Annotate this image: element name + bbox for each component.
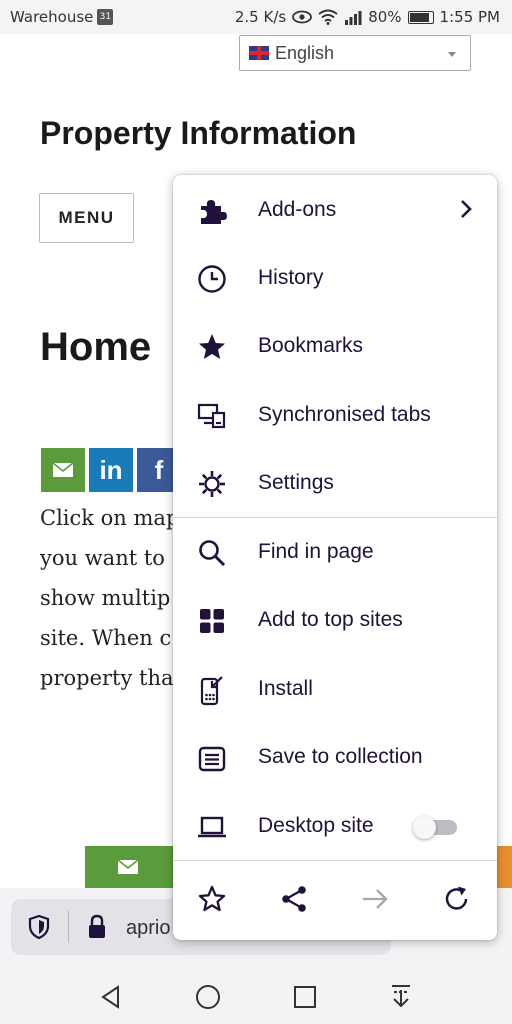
- reload-icon: [445, 886, 468, 910]
- collection-icon: [195, 741, 229, 775]
- envelope-icon: [52, 462, 74, 477]
- menu-item-label: Desktop site: [258, 814, 374, 837]
- share-icon: [282, 886, 306, 912]
- system-nav-bar: [0, 968, 512, 1024]
- dropdown-caret-icon: [448, 52, 456, 57]
- share-page-button[interactable]: [270, 875, 318, 923]
- share-email-button[interactable]: [41, 448, 85, 492]
- menu-item-find-in-page[interactable]: Find in page: [173, 518, 497, 586]
- menu-item-label: History: [258, 266, 324, 289]
- wifi-icon: [318, 9, 338, 25]
- menu-action-row: [173, 861, 497, 940]
- uk-flag-icon: [249, 46, 269, 60]
- body-paragraph: Click on map you want to show multip sit…: [40, 498, 190, 698]
- desktop-site-toggle[interactable]: [413, 816, 457, 839]
- laptop-icon: [195, 810, 229, 844]
- body-line: property tha: [40, 666, 174, 690]
- menu-item-add-to-top-sites[interactable]: Add to top sites: [173, 586, 497, 654]
- recents-icon[interactable]: [292, 984, 318, 1010]
- clock-icon: [195, 262, 229, 296]
- notification-pull-icon[interactable]: [389, 983, 413, 1011]
- menu-item-save-to-collection[interactable]: Save to collection: [173, 723, 497, 791]
- clock-time: 1:55 PM: [439, 8, 500, 26]
- forward-button[interactable]: [351, 875, 399, 923]
- forward-icon: [363, 889, 388, 909]
- menu-item-history[interactable]: History: [173, 244, 497, 312]
- menu-item-label: Save to collection: [258, 745, 423, 768]
- calendar-icon: 31: [97, 9, 114, 25]
- body-line: site. When c: [40, 626, 172, 650]
- battery-icon: [407, 10, 434, 24]
- menu-item-label: Find in page: [258, 540, 374, 563]
- signal-icon: [345, 10, 362, 25]
- lock-icon[interactable]: [86, 914, 108, 940]
- page-heading: Home: [40, 325, 152, 369]
- phone-install-icon: [195, 673, 229, 707]
- language-select[interactable]: English: [239, 35, 471, 71]
- puzzle-icon: [195, 194, 229, 228]
- menu-item-desktop-site[interactable]: Desktop site: [173, 792, 497, 860]
- menu-item-label: Settings: [258, 471, 334, 494]
- menu-item-label: Synchronised tabs: [258, 403, 431, 426]
- tracking-shield-icon[interactable]: [27, 914, 51, 940]
- site-menu-button[interactable]: MENU: [39, 193, 134, 243]
- body-line: show multip: [40, 586, 171, 610]
- menu-item-synchronised-tabs[interactable]: Synchronised tabs: [173, 381, 497, 449]
- browser-main-menu: Add-ons History Bookmarks Synchronised t…: [173, 175, 497, 940]
- back-icon[interactable]: [98, 984, 124, 1010]
- menu-item-install[interactable]: Install: [173, 655, 497, 723]
- gear-icon: [195, 467, 229, 501]
- share-linkedin-button[interactable]: in: [89, 448, 133, 492]
- url-text[interactable]: aprio: [126, 917, 170, 940]
- page-title: Property Information: [40, 115, 357, 151]
- reload-button[interactable]: [433, 875, 481, 923]
- eye-icon: [292, 10, 313, 24]
- menu-item-label: Add-ons: [258, 198, 337, 221]
- envelope-icon: [117, 859, 139, 874]
- body-line: you want to: [40, 546, 165, 570]
- devices-icon: [195, 399, 229, 433]
- bookmark-page-button[interactable]: [188, 875, 236, 923]
- share-buttons: in f: [41, 448, 181, 492]
- menu-item-bookmarks[interactable]: Bookmarks: [173, 312, 497, 380]
- toggle-knob: [413, 816, 436, 839]
- floating-email-button[interactable]: [85, 846, 173, 888]
- grid-icon: [195, 604, 229, 638]
- menu-item-label: Install: [258, 677, 313, 700]
- menu-item-label: Add to top sites: [258, 608, 403, 631]
- language-value: English: [275, 42, 335, 63]
- star-outline-icon: [198, 885, 226, 912]
- search-icon: [195, 536, 229, 570]
- status-app-name: Warehouse: [10, 8, 94, 26]
- battery-percent: 80%: [368, 8, 402, 26]
- status-bar: Warehouse 31 2.5 K/s 80% 1:55 PM: [0, 0, 512, 34]
- network-speed: 2.5 K/s: [234, 8, 287, 26]
- star-icon: [195, 330, 229, 364]
- chevron-right-icon: [461, 200, 472, 218]
- body-line: Click on map: [40, 506, 180, 530]
- home-icon[interactable]: [194, 983, 222, 1011]
- menu-item-settings[interactable]: Settings: [173, 449, 497, 517]
- menu-item-add-ons[interactable]: Add-ons: [173, 176, 497, 244]
- menu-item-label: Bookmarks: [258, 334, 364, 357]
- url-separator: [68, 911, 69, 943]
